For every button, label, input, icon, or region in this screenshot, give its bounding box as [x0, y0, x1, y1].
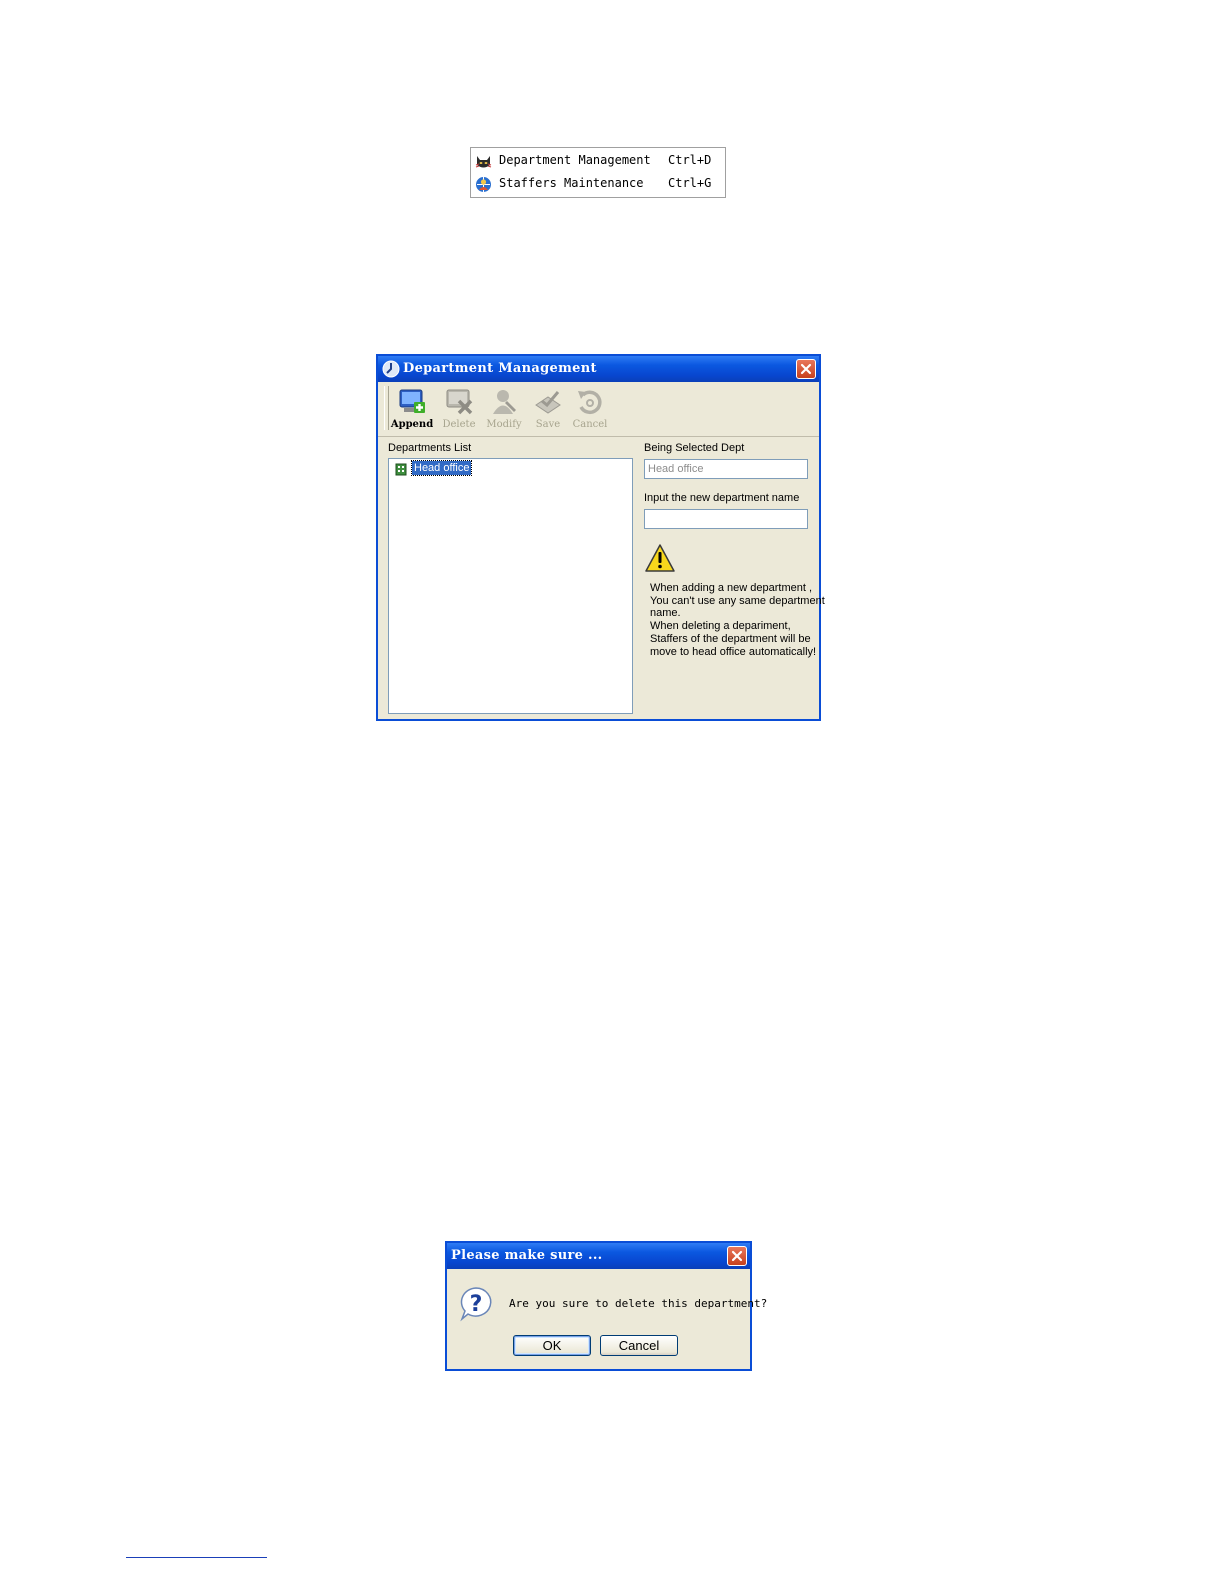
cancel-toolbar-button[interactable]: Cancel	[568, 385, 612, 433]
menu-item-department-management[interactable]: Department Management Ctrl+D	[471, 150, 725, 172]
ok-button[interactable]: OK	[513, 1335, 591, 1356]
delete-button[interactable]: Delete	[437, 385, 481, 433]
close-icon	[800, 363, 812, 375]
toolbar: Append Delete Modify Save Cancel	[378, 382, 819, 437]
menu-item-shortcut: Ctrl+D	[668, 153, 712, 167]
context-menu: Department Management Ctrl+D Staffers Ma…	[470, 147, 726, 198]
app-clock-icon	[382, 360, 400, 378]
note-line: When adding a new department ,	[650, 582, 813, 594]
close-button[interactable]	[727, 1246, 747, 1266]
confirm-dialog: Please make sure ... ? Are you sure to d…	[445, 1241, 767, 1371]
menu-item-label: Department Management	[499, 153, 651, 167]
tree-item-label: Head office	[410, 460, 473, 476]
svg-text:?: ?	[470, 1292, 483, 1317]
modify-icon	[493, 390, 516, 414]
modify-button[interactable]: Modify	[482, 385, 526, 433]
question-icon: ?	[458, 1286, 494, 1327]
dialog-title: Please make sure ...	[451, 1248, 603, 1263]
cancel-label: Cancel	[572, 419, 608, 430]
warning-icon	[644, 543, 676, 578]
footnote-divider	[126, 1557, 267, 1558]
append-button[interactable]: Append	[390, 385, 434, 433]
departments-list-label: Departments List	[388, 442, 472, 454]
note-line: Staffers of the department will be	[650, 632, 811, 645]
save-icon	[535, 391, 561, 414]
title-bar[interactable]: Department Management	[378, 356, 819, 382]
cat-face-icon	[475, 153, 492, 170]
note-line: move to head office automatically!	[650, 645, 817, 658]
department-management-window: Department Management Append Delete Modi…	[376, 354, 825, 721]
close-icon	[731, 1250, 743, 1262]
note-text: When adding a new department , You can't…	[650, 582, 825, 658]
append-label: Append	[390, 419, 434, 430]
delete-icon	[446, 389, 473, 415]
window-title: Department Management	[403, 361, 597, 376]
note-line: name.	[650, 607, 681, 620]
menu-item-staffers-maintenance[interactable]: Staffers Maintenance Ctrl+G	[471, 173, 725, 195]
cancel-button[interactable]: Cancel	[600, 1335, 678, 1356]
being-selected-label: Being Selected Dept	[644, 442, 745, 454]
new-name-label: Input the new department name	[644, 492, 800, 504]
being-selected-field[interactable]	[644, 459, 808, 479]
staff-globe-icon	[475, 176, 492, 193]
menu-item-shortcut: Ctrl+G	[668, 176, 712, 190]
menu-item-label: Staffers Maintenance	[499, 176, 644, 190]
confirm-message: Are you sure to delete this department?	[509, 1297, 768, 1310]
note-line: When deleting a depariment,	[650, 620, 791, 633]
building-icon	[394, 462, 408, 476]
title-bar[interactable]: Please make sure ...	[447, 1243, 750, 1269]
new-department-name-input[interactable]	[644, 509, 808, 529]
departments-list[interactable]: Head office	[388, 458, 633, 714]
close-button[interactable]	[796, 359, 816, 379]
undo-icon	[578, 390, 602, 415]
note-line: You can't use any same department	[650, 594, 825, 607]
append-icon	[399, 389, 425, 413]
